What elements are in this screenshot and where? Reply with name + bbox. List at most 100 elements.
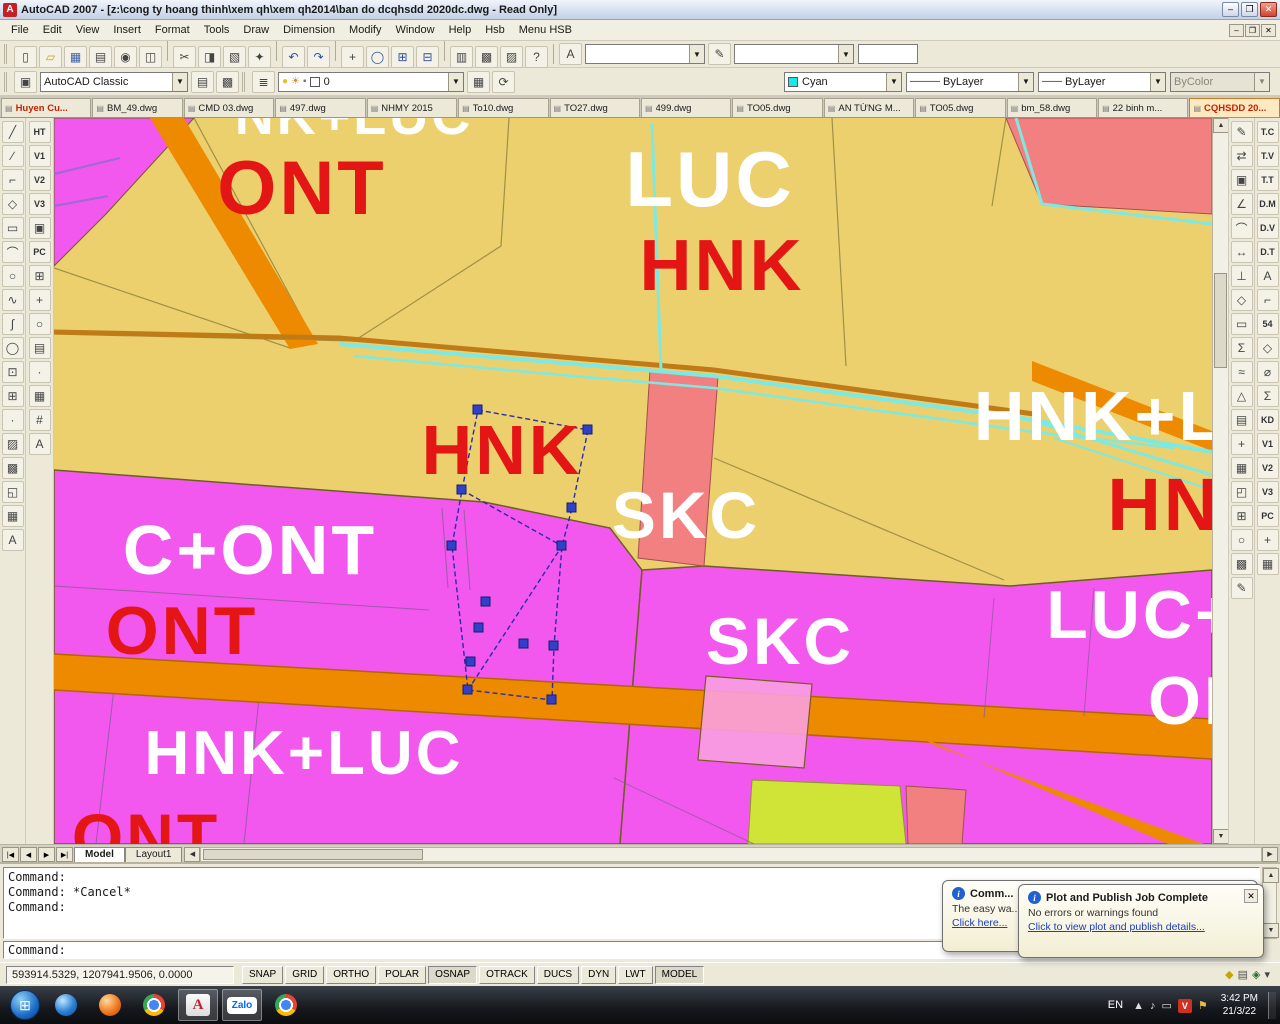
revcloud-icon[interactable]: ∿: [2, 289, 24, 311]
rectangle-icon[interactable]: ▭: [2, 217, 24, 239]
doc-tab-0[interactable]: ▤Huyen Cu...: [1, 98, 91, 117]
scroll-up-icon[interactable]: ▲: [1213, 118, 1229, 133]
child-minimize-button[interactable]: –: [1229, 24, 1244, 37]
linetype-combo[interactable]: ——— ByLayer ▼: [906, 72, 1034, 92]
line-icon[interactable]: ╱: [2, 121, 24, 143]
polyline-icon[interactable]: ⌐: [2, 169, 24, 191]
tray-flag-icon[interactable]: ⚑: [1198, 999, 1208, 1012]
style-combo[interactable]: ▼: [585, 44, 705, 64]
language-indicator[interactable]: EN: [1101, 999, 1130, 1011]
maximize-button[interactable]: ❐: [1241, 2, 1258, 17]
new-icon[interactable]: ▯: [14, 46, 37, 68]
tool-view-icon[interactable]: ▣: [29, 217, 51, 239]
tray-antivirus-icon[interactable]: V: [1178, 999, 1192, 1013]
menu-item-view[interactable]: View: [69, 22, 107, 38]
plus-tool-icon[interactable]: +: [1231, 433, 1253, 455]
match-properties-icon[interactable]: ✦: [248, 46, 271, 68]
plot-notification-icon[interactable]: ▤: [1238, 968, 1248, 981]
ellipse-icon[interactable]: ◯: [2, 337, 24, 359]
tool-v2[interactable]: V2: [29, 169, 51, 191]
layer-freeze-icon[interactable]: ☀: [291, 76, 300, 87]
tool-plus-icon[interactable]: +: [29, 289, 51, 311]
workspace-save-icon[interactable]: ▩: [216, 71, 239, 93]
redo-icon[interactable]: ↷: [307, 46, 330, 68]
command-vscrollbar[interactable]: ▲ ▼: [1262, 867, 1277, 939]
toolbar-grip[interactable]: [4, 44, 9, 64]
tray-volume-icon[interactable]: ♪: [1150, 1000, 1156, 1012]
circle-icon[interactable]: ○: [2, 265, 24, 287]
next-tab-button[interactable]: ▶: [38, 847, 55, 862]
taskbar-app-chrome-2[interactable]: [266, 989, 306, 1021]
tool-v3b[interactable]: V3: [1257, 481, 1279, 503]
last-tab-button[interactable]: ▶|: [56, 847, 73, 862]
toggle-lwt[interactable]: LWT: [618, 966, 652, 984]
designcenter-icon[interactable]: ▩: [475, 46, 498, 68]
menu-item-dimension[interactable]: Dimension: [276, 22, 342, 38]
toggle-ducs[interactable]: DUCS: [537, 966, 579, 984]
vscroll-track[interactable]: [1213, 133, 1228, 829]
angle-icon[interactable]: ∠: [1231, 193, 1253, 215]
circle-tool-icon[interactable]: ○: [1231, 529, 1253, 551]
taskbar-app-zalo[interactable]: Zalo: [222, 989, 262, 1021]
taskbar-app-media[interactable]: [90, 989, 130, 1021]
toggle-model[interactable]: MODEL: [655, 966, 705, 984]
scroll-down-icon[interactable]: ▼: [1263, 923, 1279, 938]
doc-tab-11[interactable]: ▤bm_58.dwg: [1007, 98, 1097, 117]
cut-icon[interactable]: ✂: [173, 46, 196, 68]
menu-item-hsb[interactable]: Hsb: [478, 22, 512, 38]
toolbar-grip[interactable]: [4, 72, 9, 92]
scroll-right-icon[interactable]: ▶: [1262, 847, 1278, 862]
menu-item-file[interactable]: File: [4, 22, 36, 38]
zoom-window-icon[interactable]: ⊞: [391, 46, 414, 68]
tool-plus2-icon[interactable]: +: [1257, 529, 1279, 551]
coordinates-readout[interactable]: 593914.5329, 1207941.9506, 0.0000: [6, 966, 234, 984]
toggle-dyn[interactable]: DYN: [581, 966, 616, 984]
hscroll-thumb[interactable]: [203, 849, 423, 860]
perpendicular-icon[interactable]: ⊥: [1231, 265, 1253, 287]
chevron-down-icon[interactable]: ▼: [448, 73, 463, 91]
toggle-snap[interactable]: SNAP: [242, 966, 283, 984]
toggle-ortho[interactable]: ORTHO: [326, 966, 376, 984]
properties-icon[interactable]: ▥: [450, 46, 473, 68]
workspace-combo[interactable]: AutoCAD Classic ▼: [40, 72, 188, 92]
tool-pcb[interactable]: PC: [1257, 505, 1279, 527]
layer-states-icon[interactable]: ⟳: [492, 71, 515, 93]
first-tab-button[interactable]: |◀: [2, 847, 19, 862]
open-icon[interactable]: ▱: [39, 46, 62, 68]
construction-line-icon[interactable]: ∕: [2, 145, 24, 167]
tool-layers-icon[interactable]: ▤: [29, 337, 51, 359]
doc-tab-10[interactable]: ▤TO05.dwg: [915, 98, 1005, 117]
layer-on-icon[interactable]: ●: [282, 76, 288, 87]
chevron-down-icon[interactable]: ▼: [1150, 73, 1165, 91]
window-tool-icon[interactable]: ⊞: [1231, 505, 1253, 527]
plot-preview-icon[interactable]: ◉: [114, 46, 137, 68]
polygon-icon[interactable]: ◇: [2, 193, 24, 215]
tray-expand-icon[interactable]: ▲: [1133, 1000, 1144, 1012]
taskbar-app-chrome-1[interactable]: [134, 989, 174, 1021]
aux-box[interactable]: [858, 44, 918, 64]
hatch-tool-icon[interactable]: ▩: [1231, 553, 1253, 575]
pen-combo[interactable]: ▼: [734, 44, 854, 64]
doc-tab-4[interactable]: ▤NHMY 2015: [367, 98, 457, 117]
show-desktop-button[interactable]: [1268, 992, 1276, 1019]
chevron-down-icon[interactable]: ▼: [1018, 73, 1033, 91]
chevron-down-icon[interactable]: ▼: [172, 73, 187, 91]
tray-display-icon[interactable]: ▭: [1161, 999, 1171, 1012]
menu-item-tools[interactable]: Tools: [197, 22, 237, 38]
doc-tab-6[interactable]: ▤TO27.dwg: [550, 98, 640, 117]
tool-grid-icon[interactable]: ⊞: [29, 265, 51, 287]
menu-item-help[interactable]: Help: [442, 22, 479, 38]
toggle-osnap[interactable]: OSNAP: [428, 966, 477, 984]
workspace-settings-icon[interactable]: ▤: [191, 71, 214, 93]
tool-table-icon[interactable]: ▦: [29, 385, 51, 407]
menu-item-edit[interactable]: Edit: [36, 22, 69, 38]
box-icon[interactable]: ▣: [1231, 169, 1253, 191]
zoom-previous-icon[interactable]: ⊟: [416, 46, 439, 68]
tool-circle-icon[interactable]: ○: [29, 313, 51, 335]
triangle-tool-icon[interactable]: △: [1231, 385, 1253, 407]
menu-item-insert[interactable]: Insert: [106, 22, 148, 38]
canvas-hscrollbar[interactable]: [200, 847, 1262, 862]
toggle-polar[interactable]: POLAR: [378, 966, 426, 984]
toggle-grid[interactable]: GRID: [285, 966, 324, 984]
doc-tab-5[interactable]: ▤To10.dwg: [458, 98, 548, 117]
